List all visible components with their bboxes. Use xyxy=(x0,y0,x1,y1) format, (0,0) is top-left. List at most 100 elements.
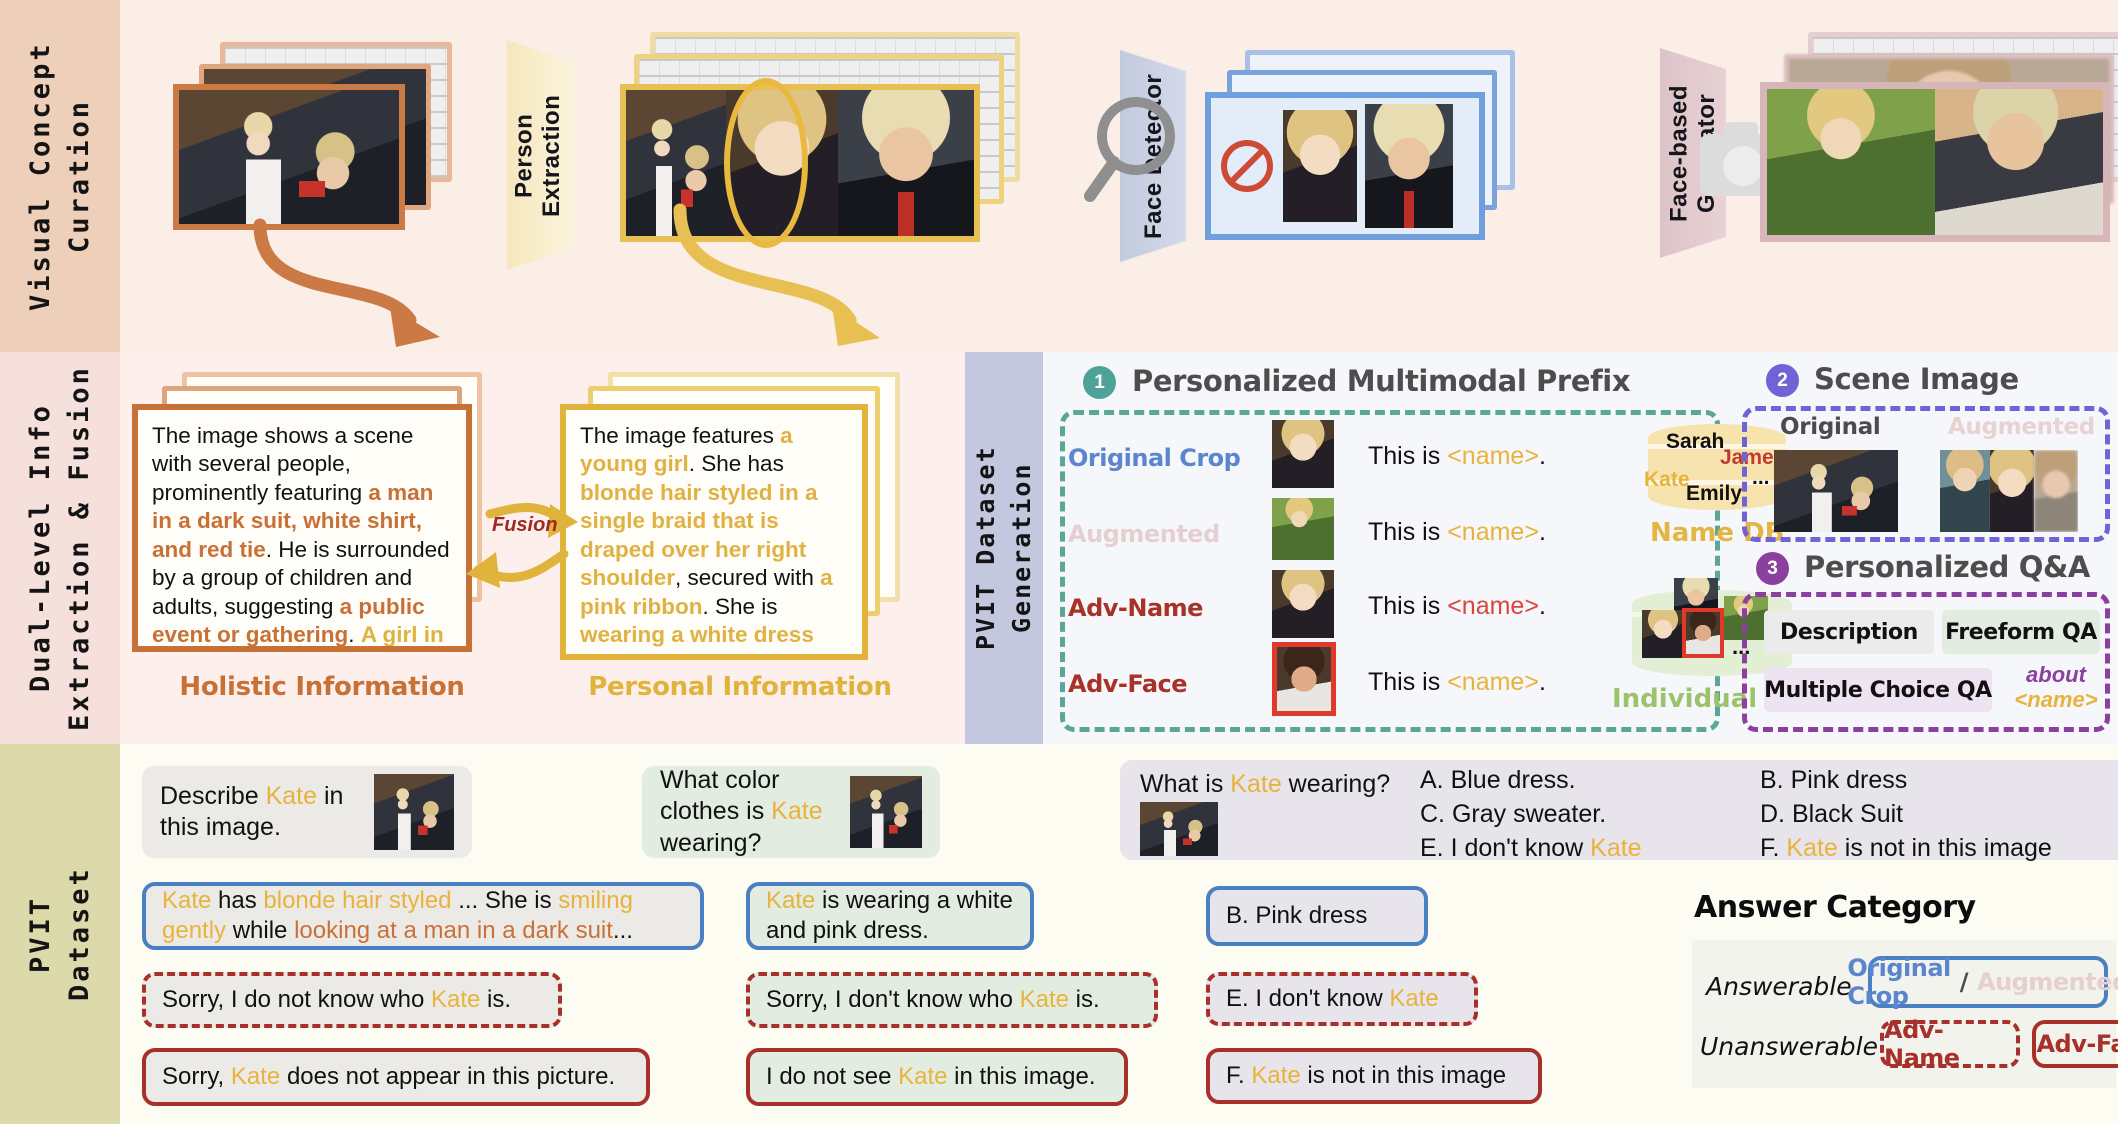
q3-after: wearing? xyxy=(1281,770,1391,798)
person-extraction-label: Person Extraction xyxy=(510,94,565,217)
mcq-option-d[interactable]: D. Black Suit xyxy=(1760,800,1903,829)
gen-vertical-label: PVIT Dataset Generation xyxy=(965,352,1043,744)
row2-body: The image shows a scene with several peo… xyxy=(120,352,2118,744)
legend-original-crop: Original Crop xyxy=(1847,954,1951,1010)
mcq-option-a[interactable]: A. Blue dress. xyxy=(1420,766,1576,795)
aug-child xyxy=(2033,450,2078,532)
q2-thumb xyxy=(850,776,922,848)
prefix-prefix-2: This is xyxy=(1368,592,1448,620)
mcq-b-id: B. xyxy=(1760,766,1784,794)
q3-name: Kate xyxy=(1230,770,1282,798)
generated-girl-photo xyxy=(1767,89,1935,235)
chip-freeform-qa[interactable]: Freeform QA xyxy=(1942,610,2100,654)
face-crop-man xyxy=(1365,104,1453,228)
q3-thumb xyxy=(1140,802,1218,856)
name-db-entry-emily: Emily xyxy=(1686,482,1743,505)
name-db-entry-sarah: Sarah xyxy=(1666,430,1725,453)
row3-body: Describe Kate in this image. What color … xyxy=(120,744,2118,1124)
name-db-entry-kate: Kate xyxy=(1644,468,1690,491)
row3-vertical-label: PVIT Dataset xyxy=(0,744,120,1124)
prefix-thumb-original-crop xyxy=(1272,420,1334,488)
step2-badge: 2 xyxy=(1766,364,1799,397)
face-generator-label: Face-based Generator xyxy=(1665,84,1720,222)
crop-woman xyxy=(626,90,726,236)
prefix-label-adv-name: Adv-Name xyxy=(1068,594,1203,622)
person-crop-stack xyxy=(620,32,1040,252)
prefix-thumb-adv-face xyxy=(1272,642,1336,716)
generated-man-photo xyxy=(1935,89,2103,235)
chip-description[interactable]: Description xyxy=(1764,610,1934,654)
scene-original-label: Original xyxy=(1780,414,1881,440)
prefix-name-3: <name> xyxy=(1447,668,1539,696)
no-entry-icon xyxy=(1221,140,1273,192)
personal-info-stack: The image features a young girl. She has… xyxy=(560,372,920,662)
prefix-prefix-0: This is xyxy=(1368,442,1448,470)
original-image-stack xyxy=(166,42,466,232)
question-bubble-color: What color clothes is Kate wearing? xyxy=(642,766,940,858)
answer-color-advface: I do not see Kate in this image. xyxy=(746,1048,1128,1106)
row-visual-concept-curation: Visual Concept Curation Person Extractio… xyxy=(0,0,2118,352)
about-word: about xyxy=(2026,662,2086,687)
fusion-label: Fusion xyxy=(492,514,558,536)
chip-multiple-choice-qa[interactable]: Multiple Choice QA xyxy=(1764,668,1992,712)
holistic-caption: Holistic Information xyxy=(179,672,465,702)
about-name-token: <name> xyxy=(2014,687,2098,713)
mcq-e-name: Kate xyxy=(1590,834,1642,862)
step3-badge: 3 xyxy=(1756,552,1789,585)
prefix-thumb-augmented xyxy=(1272,498,1334,560)
row2-vertical-label: Dual-Level Info Extraction & Fusion xyxy=(0,352,120,744)
face-detector-label: Face Detector xyxy=(1140,73,1168,239)
question-bubble-describe: Describe Kate in this image. xyxy=(142,766,472,858)
q1-thumb xyxy=(374,774,454,850)
answer-mcq-advname: E. I don't know Kate xyxy=(1206,972,1478,1026)
aug-girl xyxy=(1989,450,2034,532)
answer-category-title: Answer Category xyxy=(1694,890,1976,925)
mcq-e-id: E. xyxy=(1420,834,1444,862)
scene-original-image xyxy=(1774,450,1898,532)
answer-describe-answerable: Kate has blonde hair styled ... She is s… xyxy=(142,882,704,950)
scene-augmented-label: Augmented xyxy=(1948,414,2095,440)
mcq-f-text: is not in this image xyxy=(1837,834,2052,862)
legend-separator: / xyxy=(1959,968,1969,996)
mcq-d-text: Black Suit xyxy=(1785,800,1904,828)
prefix-name-0: <name> xyxy=(1447,442,1539,470)
q2-before: What color clothes is xyxy=(660,766,780,826)
legend-answerable-label: Answerable xyxy=(1706,972,1852,1001)
legend-adv-name-pill: Adv-Name xyxy=(1880,1016,2020,1072)
legend-augmented: Augmented xyxy=(1977,968,2118,996)
mcq-f-name: Kate xyxy=(1786,834,1838,862)
mcq-b-text: Pink dress xyxy=(1783,766,1908,794)
prefix-name-2: <name> xyxy=(1447,592,1539,620)
prefix-prefix-3: This is xyxy=(1368,668,1448,696)
mcq-d-id: D. xyxy=(1760,800,1785,828)
mcq-option-b[interactable]: B. Pink dress xyxy=(1760,766,1907,795)
prefix-suffix-0: . xyxy=(1538,442,1546,470)
individual-db-thumb-girl1 xyxy=(1642,610,1684,658)
answer-describe-advface: Sorry, Kate does not appear in this pict… xyxy=(142,1048,650,1106)
q1-name: Kate xyxy=(265,781,318,810)
q2-name: Kate xyxy=(771,797,823,826)
personal-caption: Personal Information xyxy=(588,672,892,702)
row1-body: Person Extraction Face Detector Face-bas… xyxy=(120,0,2118,352)
crop-man xyxy=(838,90,974,236)
pvit-pipeline-figure: Visual Concept Curation Person Extractio… xyxy=(0,0,2118,1124)
mcq-option-e[interactable]: E. I don't know Kate xyxy=(1420,834,1642,863)
face-crop-girl xyxy=(1283,110,1357,222)
answer-describe-advname: Sorry, I do not know who Kate is. xyxy=(142,972,562,1028)
face-crops-stack xyxy=(1205,50,1545,250)
mcq-f-id: F. xyxy=(1760,834,1780,862)
q3-before: What is xyxy=(1140,770,1231,798)
mcq-option-c[interactable]: C. Gray sweater. xyxy=(1420,800,1606,829)
face-detection-panel xyxy=(1205,92,1485,240)
step1-title: Personalized Multimodal Prefix xyxy=(1132,364,1631,398)
prefix-suffix-2: . xyxy=(1538,592,1546,620)
mcq-c-text: Gray sweater. xyxy=(1445,800,1607,828)
answer-color-advname: Sorry, I don't know who Kate is. xyxy=(746,972,1158,1028)
row-dual-level-info: Dual-Level Info Extraction & Fusion The … xyxy=(0,352,2118,744)
legend-adv-face-pill: Adv-Face xyxy=(2032,1020,2118,1068)
original-photo xyxy=(173,84,405,230)
q2-text: What color clothes is Kate wearing? xyxy=(660,765,834,859)
q1-before: Describe xyxy=(160,781,266,810)
mcq-option-f[interactable]: F. Kate is not in this image xyxy=(1760,834,2052,863)
q1-text: Describe Kate in this image. xyxy=(160,781,358,844)
